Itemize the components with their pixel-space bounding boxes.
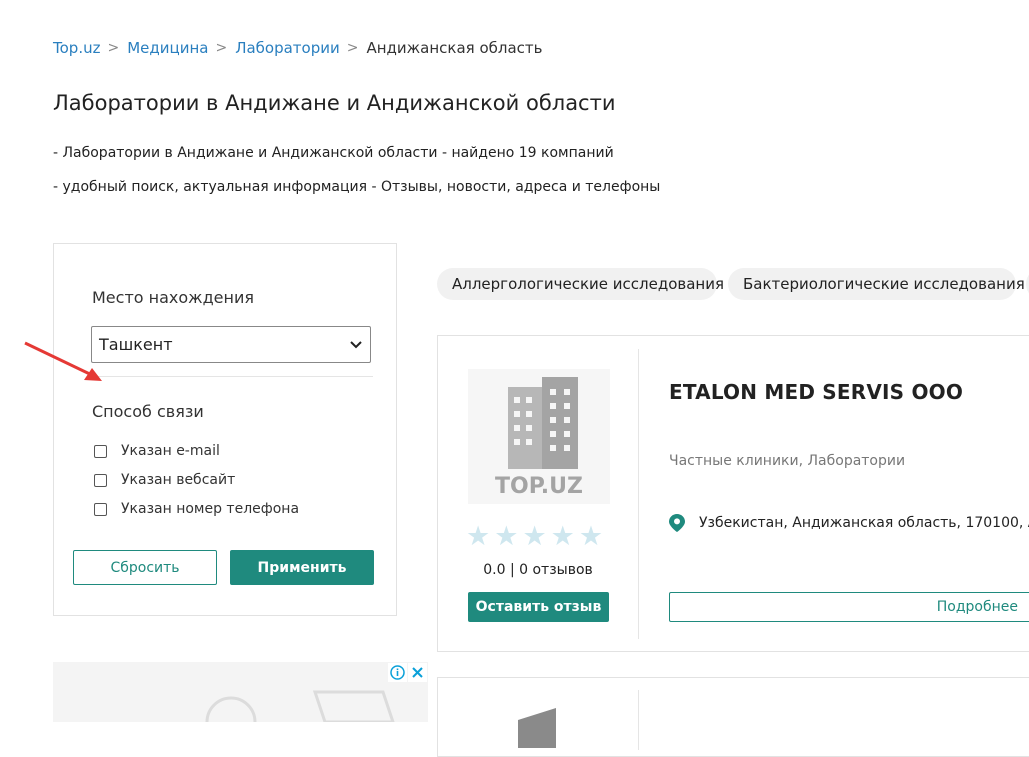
- ad-close-icon[interactable]: [408, 663, 427, 682]
- checkbox-box[interactable]: [94, 502, 107, 516]
- logo-text: TOP.UZ: [495, 474, 583, 499]
- breadcrumb: Top.uz > Медицина > Лаборатории > Андижа…: [53, 39, 543, 57]
- star-icon[interactable]: ★: [522, 523, 546, 550]
- category-chip-allergology[interactable]: Аллергологические исследования: [437, 268, 724, 300]
- category-chip-bacteriology[interactable]: Бактериологические исследования: [728, 268, 1025, 300]
- company-categories: Частные клиники, Лаборатории: [669, 453, 906, 469]
- breadcrumb-current: Андижанская область: [366, 39, 543, 57]
- chevron-right-icon: >: [346, 40, 359, 56]
- location-label: Место нахождения: [92, 288, 254, 307]
- rating-stars[interactable]: ★ ★ ★ ★ ★: [466, 523, 603, 550]
- card-divider: [638, 349, 639, 639]
- apply-button[interactable]: Применить: [230, 550, 374, 585]
- breadcrumb-link-labs[interactable]: Лаборатории: [235, 39, 340, 57]
- checkbox-phone-label: Указан номер телефона: [121, 501, 300, 517]
- page-description-line-1: - Лаборатории в Андижане и Андижанской о…: [53, 145, 614, 161]
- company-name[interactable]: ETALON MED SERVIS OOO: [669, 380, 963, 404]
- location-select[interactable]: Ташкент: [91, 326, 371, 363]
- company-logo-placeholder-icon: [518, 708, 556, 748]
- star-icon[interactable]: ★: [579, 523, 603, 550]
- checkbox-box[interactable]: [94, 473, 107, 487]
- annotation-arrow-icon: [24, 341, 102, 381]
- chevron-right-icon: >: [215, 40, 228, 56]
- company-logo-placeholder-icon: TOP.UZ: [468, 369, 610, 504]
- checkbox-email-label: Указан e-mail: [121, 443, 220, 459]
- checkbox-box[interactable]: [94, 444, 107, 458]
- details-button[interactable]: Подробнее: [669, 592, 1029, 622]
- card-divider: [638, 690, 639, 750]
- checkbox-email[interactable]: Указан e-mail: [94, 443, 220, 459]
- company-card: TOP.UZ ★ ★ ★ ★ ★ 0.0 | 0 отзывов Оставит…: [437, 335, 1029, 652]
- ad-controls: [387, 663, 427, 682]
- star-icon[interactable]: ★: [494, 523, 518, 550]
- rating-summary: 0.0 | 0 отзывов: [483, 562, 593, 578]
- advertisement-banner[interactable]: [53, 662, 428, 722]
- breadcrumb-link-medicine[interactable]: Медицина: [127, 39, 208, 57]
- ad-info-icon[interactable]: [388, 663, 407, 682]
- checkbox-website[interactable]: Указан вебсайт: [94, 472, 235, 488]
- checkbox-website-label: Указан вебсайт: [121, 472, 236, 488]
- company-card: [437, 677, 1029, 757]
- company-address: Узбекистан, Андижанская область, 170100,…: [669, 514, 1029, 532]
- company-address-text: Узбекистан, Андижанская область, 170100,…: [699, 515, 1029, 531]
- breadcrumb-link-home[interactable]: Top.uz: [53, 39, 100, 57]
- chevron-down-icon: [350, 341, 362, 349]
- leave-review-button[interactable]: Оставить отзыв: [468, 592, 609, 622]
- contact-method-label: Способ связи: [92, 402, 204, 421]
- chevron-right-icon: >: [107, 40, 120, 56]
- filter-panel: Место нахождения Ташкент Способ связи Ук…: [53, 243, 397, 616]
- star-icon[interactable]: ★: [551, 523, 575, 550]
- reset-button[interactable]: Сбросить: [73, 550, 217, 585]
- map-pin-icon: [669, 514, 685, 532]
- checkbox-phone[interactable]: Указан номер телефона: [94, 501, 299, 517]
- ad-placeholder-icon: [205, 690, 395, 722]
- star-icon[interactable]: ★: [466, 523, 490, 550]
- page-description-line-2: - удобный поиск, актуальная информация -…: [53, 179, 661, 195]
- page-title: Лаборатории в Андижане и Андижанской обл…: [53, 91, 616, 115]
- divider: [91, 376, 373, 377]
